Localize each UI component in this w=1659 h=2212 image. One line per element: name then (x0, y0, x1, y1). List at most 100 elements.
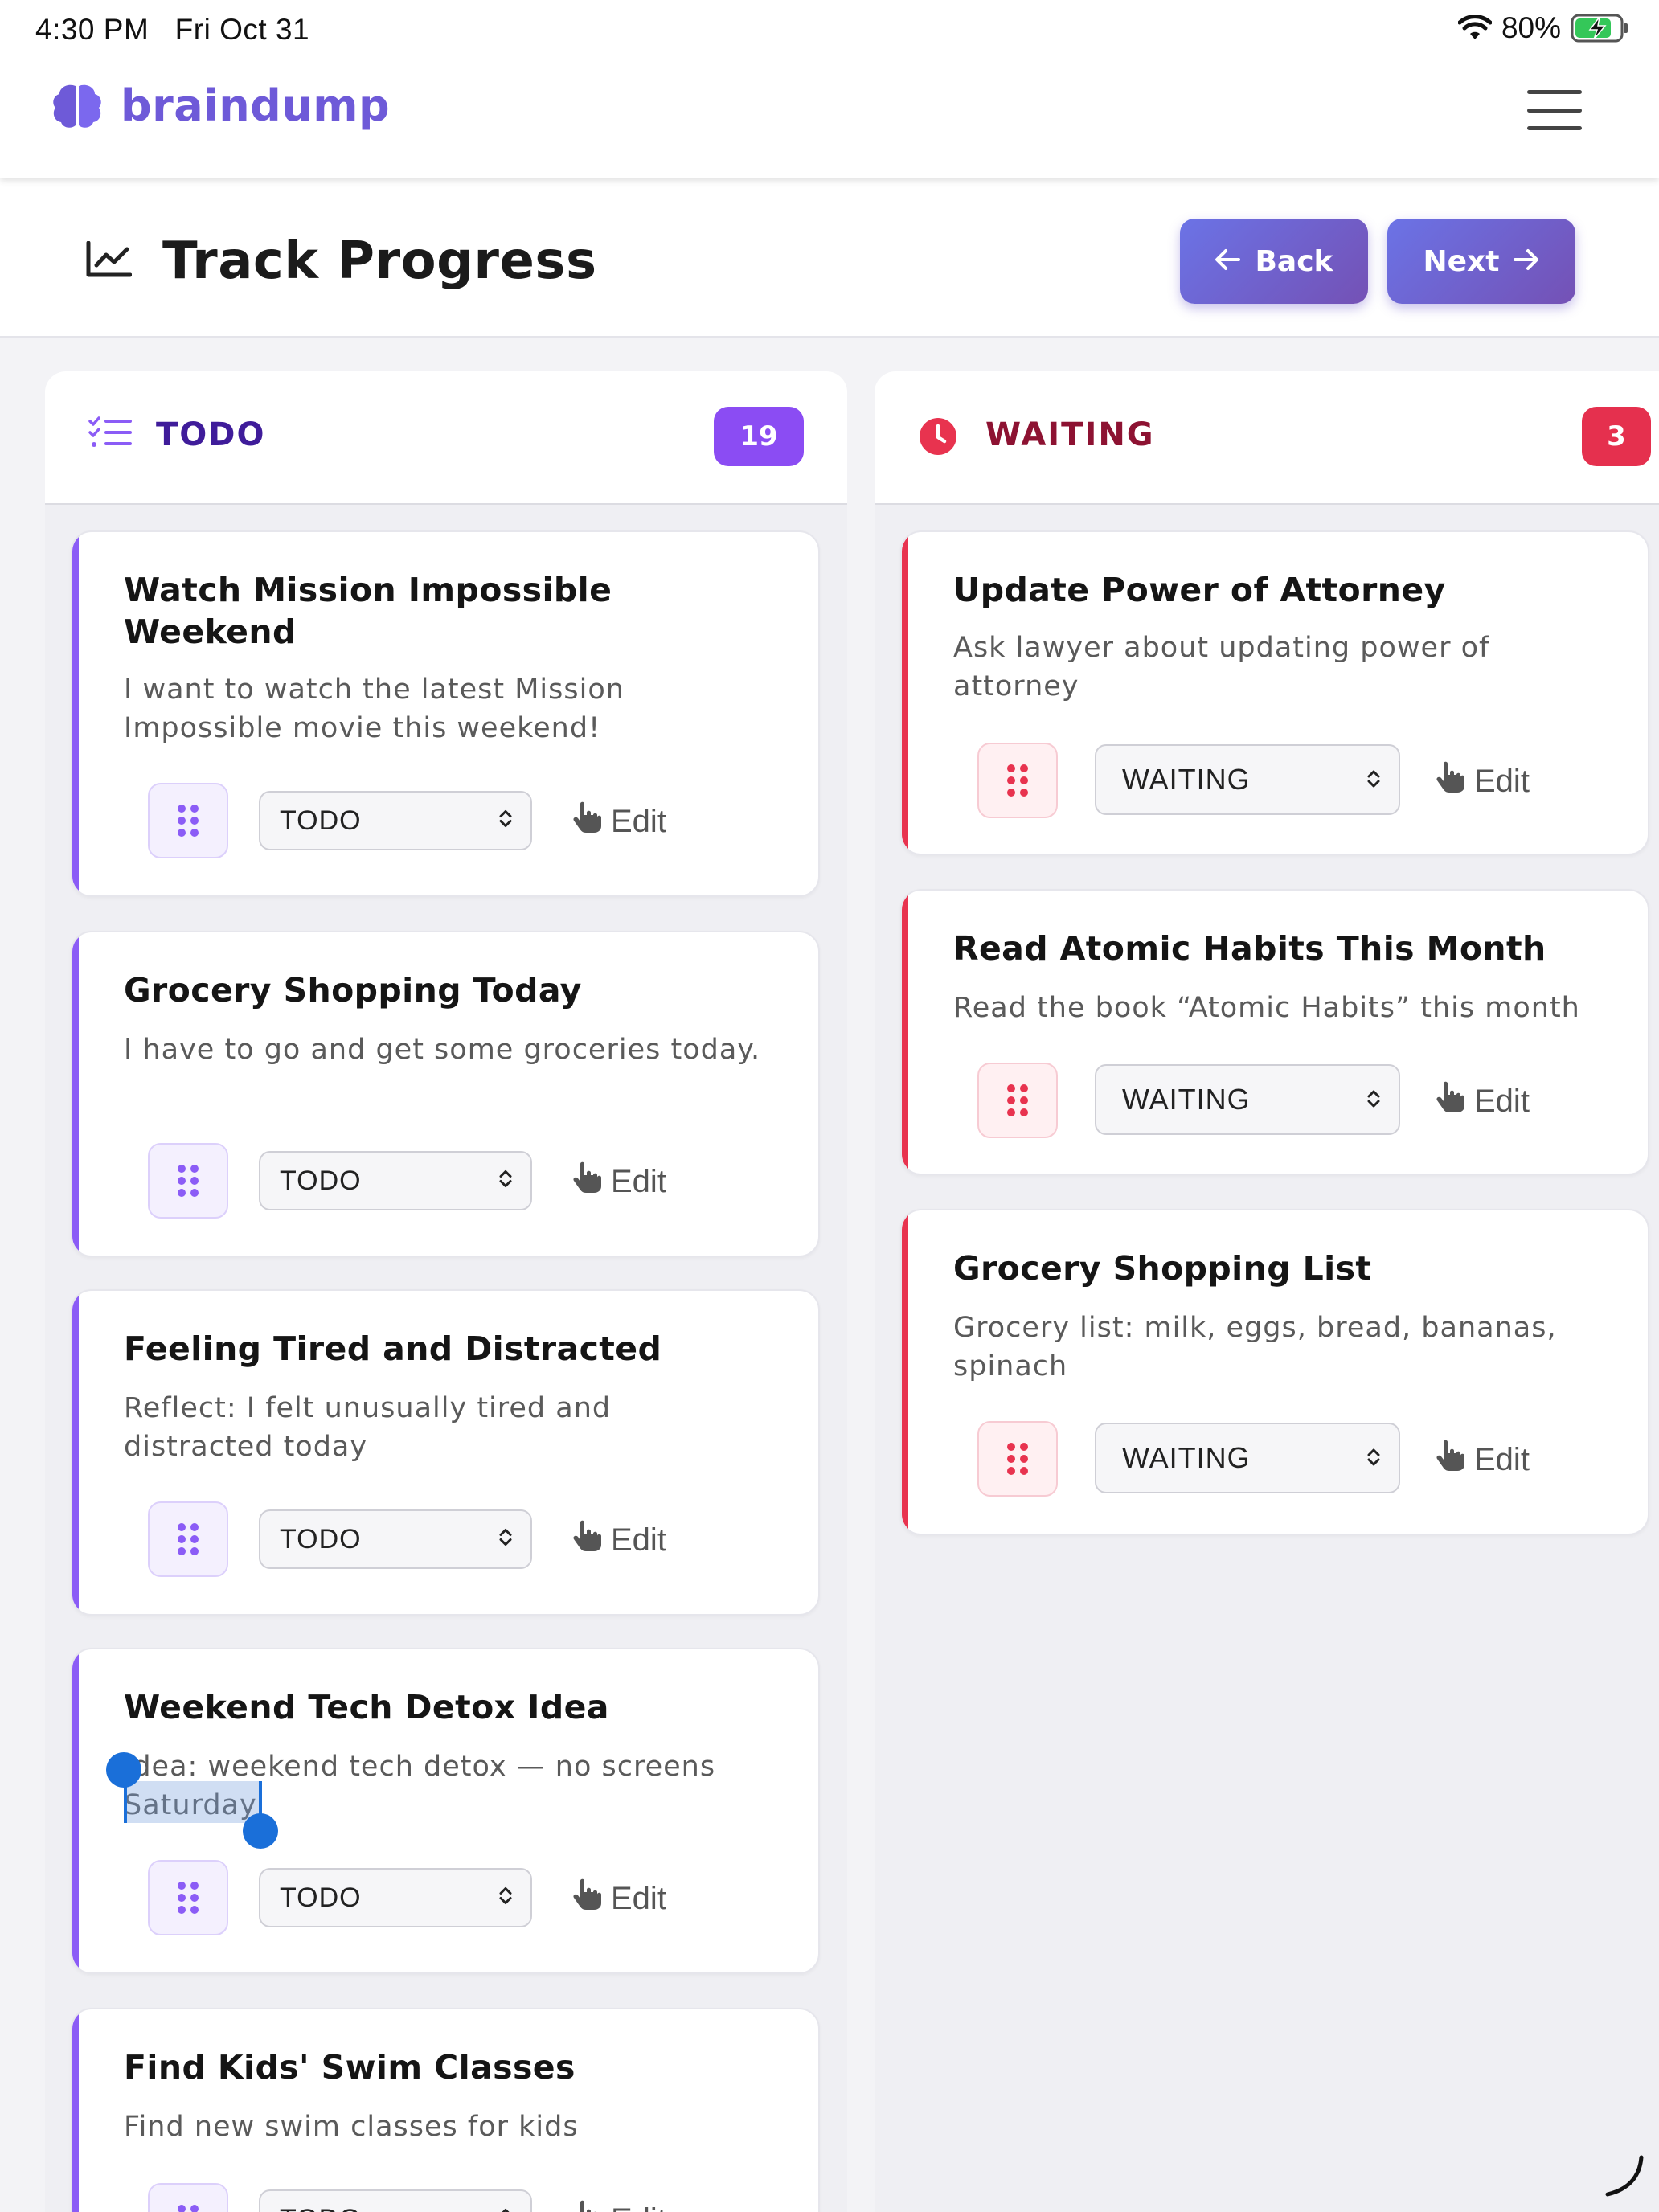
chevron-updown-icon (498, 1882, 513, 1914)
task-description: Find new swim classes for kids (124, 2111, 579, 2143)
edit-button[interactable]: Edit (571, 1161, 666, 1202)
status-select[interactable]: TODO (259, 1509, 532, 1569)
task-card[interactable]: Find Kids' Swim Classes Find new swim cl… (71, 2008, 820, 2212)
task-title: Weekend Tech Detox Idea (124, 1688, 609, 1727)
task-card[interactable]: Grocery Shopping Today I have to go and … (71, 931, 820, 1257)
hand-pointer-icon (571, 1878, 604, 1919)
brand[interactable]: braindump (51, 80, 390, 131)
drag-handle-icon[interactable] (148, 2183, 228, 2212)
status-select[interactable]: TODO (259, 2189, 532, 2212)
next-button[interactable]: Next (1387, 219, 1575, 304)
edit-button[interactable]: Edit (1434, 1080, 1530, 1122)
edit-button[interactable]: Edit (571, 1878, 666, 1919)
edit-button[interactable]: Edit (571, 2199, 666, 2212)
drag-handle-icon[interactable] (148, 1501, 228, 1577)
waiting-column-header: WAITING 3 (875, 371, 1659, 505)
task-card[interactable]: Read Atomic Habits This Month Read the b… (900, 889, 1649, 1175)
chevron-updown-icon (1366, 1083, 1381, 1116)
task-card[interactable]: Update Power of Attorney Ask lawyer abou… (900, 530, 1649, 855)
clock-icon (918, 416, 958, 460)
hand-pointer-icon (571, 1519, 604, 1561)
chevron-updown-icon (498, 805, 513, 837)
task-description: I want to watch the latest Mission Impos… (124, 674, 625, 744)
next-button-label: Next (1423, 244, 1500, 278)
status-select-value: WAITING (1122, 1441, 1251, 1474)
drag-handle-icon[interactable] (148, 1860, 228, 1936)
chevron-updown-icon (498, 2204, 513, 2212)
chevron-updown-icon (498, 1165, 513, 1197)
task-title: Grocery Shopping Today (124, 971, 582, 1010)
task-title: Find Kids' Swim Classes (124, 2048, 576, 2087)
edit-label: Edit (1474, 1083, 1530, 1119)
edit-button[interactable]: Edit (571, 1519, 666, 1561)
task-description: Grocery list: milk, eggs, bread, bananas… (953, 1312, 1557, 1382)
status-indicators: 80% (1457, 11, 1630, 45)
page-title: Track Progress (162, 231, 597, 291)
task-title: Read Atomic Habits This Month (953, 929, 1546, 968)
task-title: Grocery Shopping List (953, 1249, 1372, 1288)
clock-time: 4:30 PM (35, 13, 150, 46)
chevron-updown-icon (498, 1524, 513, 1555)
chart-line-icon (85, 240, 133, 281)
edit-label: Edit (1474, 763, 1530, 799)
edit-button[interactable]: Edit (571, 801, 666, 842)
arrow-left-icon (1215, 245, 1241, 278)
drag-handle-icon[interactable] (977, 1063, 1058, 1138)
status-select[interactable]: TODO (259, 1868, 532, 1927)
arrow-right-icon (1514, 245, 1539, 278)
edit-label: Edit (611, 1522, 666, 1558)
drag-handle-icon[interactable] (977, 743, 1058, 818)
hand-pointer-icon (571, 801, 604, 842)
status-select-value: TODO (280, 805, 362, 836)
status-select[interactable]: WAITING (1095, 1423, 1400, 1493)
edit-button[interactable]: Edit (1434, 1439, 1530, 1481)
todo-column-header: TODO 19 (45, 371, 847, 505)
task-card[interactable]: Grocery Shopping List Grocery list: milk… (900, 1209, 1649, 1535)
task-description: Read the book “Atomic Habits” this month (953, 992, 1580, 1024)
task-description: Ask lawyer about updating power of attor… (953, 632, 1490, 703)
todo-count-badge: 19 (714, 407, 804, 466)
drag-handle-icon[interactable] (148, 783, 228, 858)
back-button-label: Back (1255, 244, 1333, 278)
task-card[interactable]: Feeling Tired and Distracted Reflect: I … (71, 1289, 820, 1616)
status-select-value: WAITING (1122, 763, 1251, 796)
edit-label: Edit (611, 1163, 666, 1199)
back-button[interactable]: Back (1180, 219, 1368, 304)
todo-column-title: TODO (156, 416, 266, 453)
page-header: Track Progress Back Next (0, 178, 1659, 338)
status-select[interactable]: WAITING (1095, 1064, 1400, 1135)
edit-label: Edit (611, 1880, 666, 1916)
drag-handle-icon[interactable] (148, 1143, 228, 1219)
status-select[interactable]: TODO (259, 791, 532, 850)
status-select-value: TODO (280, 1882, 362, 1913)
text-selection (124, 1781, 262, 1823)
hand-pointer-icon (1434, 1080, 1468, 1122)
status-select[interactable]: TODO (259, 1151, 532, 1210)
hand-pointer-icon (571, 1161, 604, 1202)
menu-icon[interactable] (1527, 90, 1582, 130)
resize-grip-icon[interactable] (1601, 2153, 1646, 2201)
brain-icon (51, 83, 103, 129)
edit-button[interactable]: Edit (1434, 760, 1530, 802)
hand-pointer-icon (1434, 1439, 1468, 1481)
task-description: Reflect: I felt unusually tired and dist… (124, 1392, 612, 1463)
battery-percent: 80% (1501, 11, 1561, 44)
status-select-value: TODO (280, 1165, 362, 1196)
hand-pointer-icon (1434, 760, 1468, 802)
selection-start-handle[interactable] (106, 1752, 141, 1788)
status-select-value: TODO (280, 1523, 362, 1555)
status-time: 4:30 PM Fri Oct 31 (35, 13, 309, 47)
hand-pointer-icon (571, 2199, 604, 2212)
battery-charging-icon (1571, 14, 1630, 43)
page-title-group: Track Progress (85, 231, 597, 291)
task-card[interactable]: Watch Mission Impossible Weekend I want … (71, 530, 820, 897)
status-select[interactable]: WAITING (1095, 744, 1400, 815)
edit-label: Edit (1474, 1441, 1530, 1477)
selection-end-handle[interactable] (243, 1813, 278, 1849)
status-select-value: TODO (280, 2204, 362, 2212)
wifi-icon (1457, 15, 1492, 41)
chevron-updown-icon (1366, 1441, 1381, 1475)
drag-handle-icon[interactable] (977, 1421, 1058, 1497)
edit-label: Edit (611, 2202, 666, 2212)
task-title: Update Power of Attorney (953, 571, 1446, 609)
